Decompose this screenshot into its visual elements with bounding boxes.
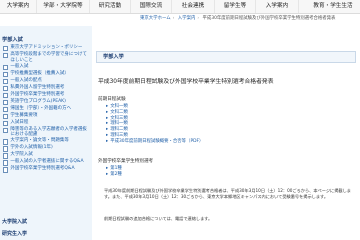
nav-item-international[interactable]: 国際交流 bbox=[131, 0, 172, 13]
checkbox-icon bbox=[3, 167, 9, 173]
sidebar-item[interactable]: 障害等のある入学志願者の入学者選抜における配慮 bbox=[3, 127, 91, 138]
nav-item-about[interactable]: 大学案内 bbox=[0, 0, 37, 13]
sidebar-list: 東京大学アドミッション・ポリシー 高等学校段階までの学習で身につけてほしいこと … bbox=[3, 45, 91, 173]
checkbox-icon bbox=[3, 46, 9, 52]
nav-item-faculties[interactable]: 学部・大学院等 bbox=[37, 0, 90, 13]
group-title-first: 前期日程試験 bbox=[98, 97, 126, 102]
nav-item-student-life[interactable]: 教育・学生生活 bbox=[299, 0, 360, 13]
sidebar-item[interactable]: 学外の入試情報(1年) bbox=[3, 145, 91, 152]
sidebar-item[interactable]: 東京大学アドミッション・ポリシー bbox=[3, 45, 91, 52]
checkbox-icon bbox=[3, 92, 9, 99]
checkbox-icon bbox=[3, 52, 9, 59]
result-link[interactable]: 平成30年度前期日程試験概要・合否等（PDF） bbox=[106, 139, 203, 145]
sidebar-foot-graduate[interactable]: 大学院入試 bbox=[2, 218, 27, 225]
checkbox-icon bbox=[3, 78, 9, 85]
section-header: 学部入学 bbox=[96, 51, 356, 63]
nav-item-society[interactable]: 社会連携 bbox=[172, 0, 215, 13]
page-title: 平成30年度前期日程試験及び外国学校卒業学生特別選考合格者発表 bbox=[98, 79, 274, 85]
breadcrumb-home[interactable]: 東京大学ホーム bbox=[140, 16, 171, 21]
main-content: 学部入学 平成30年度前期日程試験及び外国学校卒業学生特別選考合格者発表 前期日… bbox=[94, 26, 360, 240]
result-link[interactable]: 第1種 bbox=[106, 166, 122, 172]
checkbox-icon bbox=[3, 99, 9, 106]
checkbox-icon bbox=[3, 106, 9, 113]
checkbox-icon bbox=[3, 153, 9, 159]
sidebar-item[interactable]: 外国学校卒業学生特別選考Q&A bbox=[3, 166, 91, 173]
checkbox-icon bbox=[3, 146, 9, 152]
result-links-foreign: 第1種 第2種 bbox=[106, 166, 122, 178]
sidebar-foot-research-student[interactable]: 研究生入学 bbox=[2, 230, 27, 237]
breadcrumb-separator: › bbox=[197, 16, 200, 21]
sidebar-item[interactable]: 学生募集要項 bbox=[3, 113, 91, 120]
result-link[interactable]: 第2種 bbox=[106, 172, 122, 178]
nav-item-research[interactable]: 研究活動 bbox=[90, 0, 131, 13]
sidebar-item[interactable]: 私費外国人留学生特別選考 bbox=[3, 85, 91, 92]
checkbox-icon bbox=[3, 113, 9, 120]
sidebar-item[interactable]: 入試日程 bbox=[3, 120, 91, 127]
section-title: 学部入学 bbox=[103, 54, 124, 60]
breadcrumb: 東京大学ホーム › 入学案内 › 平成30年度前期日程試験及び外国学校卒業学生特別選… bbox=[140, 14, 335, 23]
checkbox-icon bbox=[3, 160, 9, 166]
nav-item-intl-students[interactable]: 留学生等 bbox=[215, 0, 256, 13]
sidebar-item[interactable]: 外国学校卒業学生特別選考 bbox=[3, 92, 91, 99]
sidebar-item[interactable]: 一般入試 bbox=[3, 64, 91, 71]
sidebar-item[interactable]: 大学院入試 bbox=[3, 152, 91, 159]
sidebar-item[interactable]: 大学案内・論文等・問題集等 bbox=[3, 138, 91, 145]
sidebar-item[interactable]: 英語学位プログラム(PEAK) bbox=[3, 99, 91, 106]
sidebar-item[interactable]: 一般入試の配点 bbox=[3, 78, 91, 85]
result-links-first: 文科一類 文科二類 文科三類 理科一類 理科二類 理科三類 平成30年度前期日程… bbox=[106, 104, 203, 145]
breadcrumb-current: 平成30年度前期日程試験及び外国学校卒業学生特別選考合格者発表 bbox=[202, 16, 336, 21]
sidebar: 学部入試 東京大学アドミッション・ポリシー 高等学校段階までの学習で身につけてほ… bbox=[0, 26, 92, 240]
global-nav: 大学案内 学部・大学院等 研究活動 国際交流 社会連携 留学生等 入学案内 教育… bbox=[0, 0, 360, 14]
nav-item-admissions[interactable]: 入学案内 bbox=[256, 0, 299, 13]
sidebar-item[interactable]: 高等学校段階までの学習で身につけてほしいこと bbox=[3, 52, 91, 63]
checkbox-icon bbox=[3, 71, 9, 78]
sidebar-item[interactable]: 学校推薦型選抜（推薦入試） bbox=[3, 71, 91, 78]
checkbox-icon bbox=[3, 127, 9, 134]
breadcrumb-admissions[interactable]: 入学案内 bbox=[178, 16, 196, 21]
sidebar-item[interactable]: 帰国生（学部）・外国籍の方へ bbox=[3, 106, 91, 113]
group-title-foreign: 外国学校卒業学生特別選考 bbox=[98, 159, 154, 164]
notice-paragraph: 平成30年度前期日程試験及び外国学校卒業学生特別選考合格者は、平成30年3月10… bbox=[104, 188, 351, 199]
notice-paragraph-additional: 前期日程試験の追加合格については、電話で連絡します。 bbox=[104, 216, 213, 221]
sidebar-heading: 学部入試 bbox=[2, 37, 23, 43]
sidebar-item[interactable]: 一般入試の入学者選抜に関するQ&A bbox=[3, 159, 91, 166]
checkbox-icon bbox=[3, 139, 9, 145]
breadcrumb-separator: › bbox=[172, 16, 175, 21]
checkbox-icon bbox=[3, 85, 9, 92]
checkbox-icon bbox=[3, 120, 9, 127]
checkbox-icon bbox=[3, 64, 9, 71]
